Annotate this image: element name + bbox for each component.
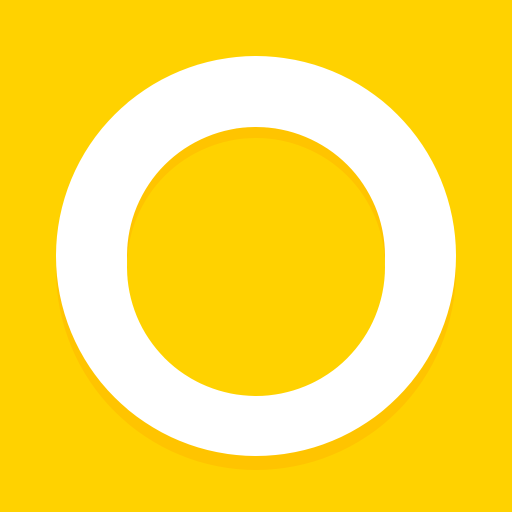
app-icon-canvas bbox=[0, 0, 512, 512]
ring-logo-icon bbox=[0, 0, 512, 512]
ring-center bbox=[127, 138, 385, 396]
